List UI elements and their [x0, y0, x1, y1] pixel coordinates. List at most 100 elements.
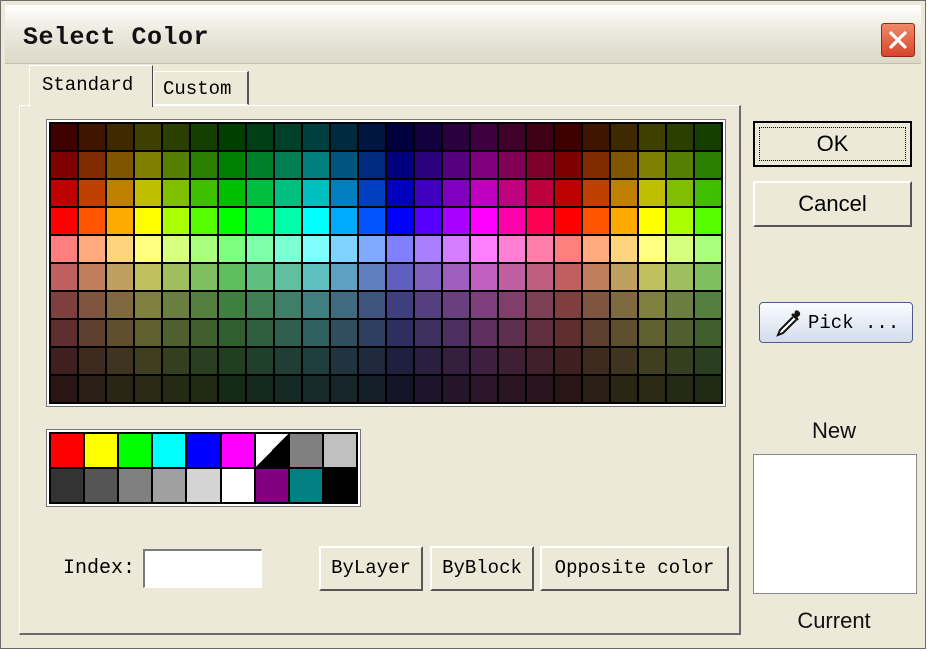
basic-color-swatch[interactable] — [51, 434, 84, 467]
color-swatch[interactable] — [611, 236, 637, 262]
index-input[interactable] — [143, 549, 262, 588]
color-swatch[interactable] — [555, 208, 581, 234]
color-swatch[interactable] — [303, 152, 329, 178]
color-swatch[interactable] — [303, 376, 329, 402]
color-swatch[interactable] — [275, 292, 301, 318]
color-swatch[interactable] — [359, 320, 385, 346]
color-swatch[interactable] — [79, 236, 105, 262]
color-swatch[interactable] — [415, 180, 441, 206]
basic-color-swatch[interactable] — [85, 469, 118, 502]
color-swatch[interactable] — [303, 208, 329, 234]
color-swatch[interactable] — [303, 264, 329, 290]
color-swatch[interactable] — [639, 152, 665, 178]
color-swatch[interactable] — [247, 292, 273, 318]
color-swatch[interactable] — [415, 152, 441, 178]
color-swatch[interactable] — [555, 376, 581, 402]
color-swatch[interactable] — [275, 264, 301, 290]
color-swatch[interactable] — [695, 208, 721, 234]
color-swatch[interactable] — [79, 376, 105, 402]
color-swatch[interactable] — [415, 320, 441, 346]
color-swatch[interactable] — [191, 124, 217, 150]
color-swatch[interactable] — [555, 236, 581, 262]
color-swatch[interactable] — [107, 348, 133, 374]
color-swatch[interactable] — [527, 152, 553, 178]
color-swatch[interactable] — [695, 320, 721, 346]
color-swatch[interactable] — [359, 292, 385, 318]
basic-color-swatch[interactable] — [289, 469, 322, 502]
color-swatch[interactable] — [219, 348, 245, 374]
color-swatch[interactable] — [583, 348, 609, 374]
color-swatch[interactable] — [135, 348, 161, 374]
color-swatch[interactable] — [611, 264, 637, 290]
color-swatch[interactable] — [163, 264, 189, 290]
color-swatch[interactable] — [331, 180, 357, 206]
color-swatch[interactable] — [415, 124, 441, 150]
color-swatch[interactable] — [443, 236, 469, 262]
color-swatch[interactable] — [499, 236, 525, 262]
color-swatch[interactable] — [471, 348, 497, 374]
color-swatch[interactable] — [107, 264, 133, 290]
color-swatch[interactable] — [51, 292, 77, 318]
basic-color-swatch[interactable] — [255, 434, 288, 467]
color-swatch[interactable] — [387, 124, 413, 150]
color-swatch[interactable] — [667, 180, 693, 206]
color-swatch[interactable] — [163, 180, 189, 206]
color-swatch[interactable] — [471, 376, 497, 402]
color-swatch[interactable] — [611, 180, 637, 206]
color-swatch[interactable] — [331, 320, 357, 346]
color-swatch[interactable] — [275, 180, 301, 206]
color-swatch[interactable] — [219, 124, 245, 150]
color-swatch[interactable] — [303, 292, 329, 318]
color-swatch[interactable] — [247, 208, 273, 234]
color-swatch[interactable] — [639, 208, 665, 234]
color-swatch[interactable] — [191, 236, 217, 262]
color-swatch[interactable] — [443, 376, 469, 402]
color-swatch[interactable] — [51, 152, 77, 178]
color-swatch[interactable] — [639, 348, 665, 374]
color-swatch[interactable] — [443, 320, 469, 346]
color-swatch[interactable] — [639, 264, 665, 290]
color-swatch[interactable] — [499, 264, 525, 290]
color-swatch[interactable] — [191, 348, 217, 374]
color-swatch[interactable] — [247, 264, 273, 290]
color-swatch[interactable] — [331, 124, 357, 150]
color-swatch[interactable] — [639, 292, 665, 318]
color-swatch[interactable] — [359, 124, 385, 150]
color-swatch[interactable] — [359, 236, 385, 262]
color-swatch[interactable] — [527, 376, 553, 402]
opposite-color-button[interactable]: Opposite color — [540, 546, 729, 591]
color-swatch[interactable] — [107, 180, 133, 206]
color-swatch[interactable] — [695, 264, 721, 290]
color-swatch[interactable] — [107, 152, 133, 178]
color-swatch[interactable] — [639, 376, 665, 402]
color-swatch[interactable] — [163, 376, 189, 402]
color-swatch[interactable] — [135, 180, 161, 206]
color-swatch[interactable] — [583, 208, 609, 234]
color-swatch[interactable] — [387, 236, 413, 262]
color-swatch[interactable] — [387, 292, 413, 318]
color-swatch[interactable] — [51, 376, 77, 402]
color-swatch[interactable] — [555, 124, 581, 150]
color-swatch[interactable] — [79, 264, 105, 290]
color-swatch[interactable] — [79, 208, 105, 234]
basic-color-swatch[interactable] — [85, 434, 118, 467]
color-swatch[interactable] — [527, 292, 553, 318]
color-palette-grid[interactable] — [46, 119, 726, 407]
color-swatch[interactable] — [51, 208, 77, 234]
color-swatch[interactable] — [555, 348, 581, 374]
color-swatch[interactable] — [667, 376, 693, 402]
color-swatch[interactable] — [275, 376, 301, 402]
color-swatch[interactable] — [303, 348, 329, 374]
color-swatch[interactable] — [359, 180, 385, 206]
color-swatch[interactable] — [527, 348, 553, 374]
color-swatch[interactable] — [415, 208, 441, 234]
color-swatch[interactable] — [583, 292, 609, 318]
color-swatch[interactable] — [555, 264, 581, 290]
color-swatch[interactable] — [219, 292, 245, 318]
color-swatch[interactable] — [527, 208, 553, 234]
color-swatch[interactable] — [331, 264, 357, 290]
color-swatch[interactable] — [51, 180, 77, 206]
color-swatch[interactable] — [555, 180, 581, 206]
basic-color-swatch[interactable] — [221, 469, 254, 502]
color-swatch[interactable] — [107, 124, 133, 150]
